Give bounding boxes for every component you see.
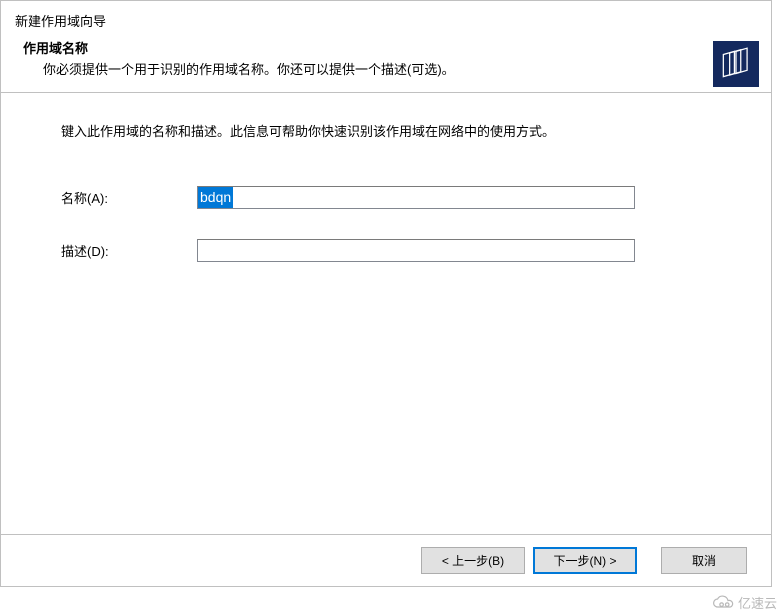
window-title: 新建作用域向导	[15, 11, 757, 30]
section-title: 作用域名称	[23, 38, 757, 57]
intro-text: 键入此作用域的名称和描述。此信息可帮助你快速识别该作用域在网络中的使用方式。	[61, 121, 747, 140]
wizard-footer: < 上一步(B) 下一步(N) > 取消	[1, 534, 771, 586]
cloud-icon	[712, 595, 736, 611]
wizard-header: 新建作用域向导 作用域名称 你必须提供一个用于识别的作用域名称。你还可以提供一个…	[1, 1, 771, 93]
name-label: 名称(A):	[61, 188, 197, 207]
back-button[interactable]: < 上一步(B)	[421, 547, 525, 574]
description-input[interactable]	[197, 239, 635, 262]
wizard-dialog: 新建作用域向导 作用域名称 你必须提供一个用于识别的作用域名称。你还可以提供一个…	[0, 0, 772, 587]
name-input[interactable]: bdqn	[197, 186, 635, 209]
watermark: 亿速云	[712, 593, 777, 612]
description-label: 描述(D):	[61, 241, 197, 260]
description-field-row: 描述(D):	[61, 239, 747, 262]
wizard-content: 键入此作用域的名称和描述。此信息可帮助你快速识别该作用域在网络中的使用方式。 名…	[1, 93, 771, 534]
watermark-text: 亿速云	[738, 593, 777, 612]
scope-icon	[713, 41, 759, 87]
section-description: 你必须提供一个用于识别的作用域名称。你还可以提供一个描述(可选)。	[43, 59, 757, 78]
name-input-value: bdqn	[198, 187, 233, 208]
cancel-button[interactable]: 取消	[661, 547, 747, 574]
next-button[interactable]: 下一步(N) >	[533, 547, 637, 574]
name-field-row: 名称(A): bdqn	[61, 186, 747, 209]
